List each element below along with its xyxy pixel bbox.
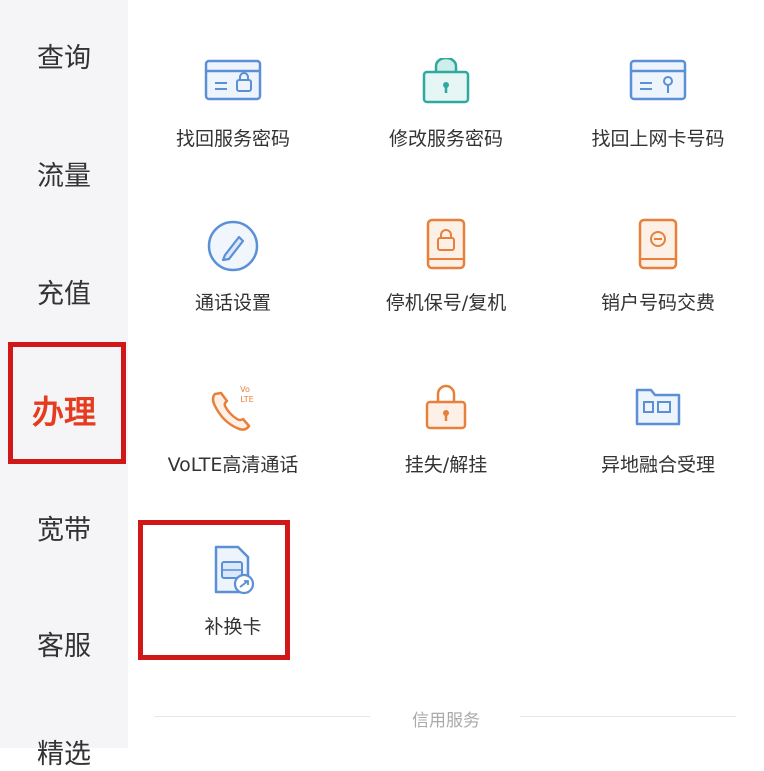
tile-remote-converged[interactable]: 异地融合受理	[553, 380, 763, 530]
sidebar-item-service[interactable]: 客服	[0, 624, 128, 663]
tile-suspend-resume[interactable]: 停机保号/复机	[341, 218, 551, 368]
tile-retrieve-password[interactable]: 找回服务密码	[128, 58, 338, 208]
sidebar-item-data[interactable]: 流量	[0, 154, 128, 193]
tile-label: 通话设置	[194, 292, 271, 314]
tile-label: 停机保号/复机	[385, 292, 507, 314]
hanging-lock-icon	[425, 384, 467, 430]
folder-icon	[635, 388, 681, 426]
highlight-box-sim-replacement	[138, 520, 290, 660]
tile-volte[interactable]: Vo LTE VoLTE高清通话	[128, 380, 338, 530]
tile-label: 找回服务密码	[175, 128, 290, 150]
tile-label: 异地融合受理	[600, 454, 715, 476]
sidebar-item-featured[interactable]: 精选	[0, 732, 128, 771]
volte-phone-icon: Vo LTE	[211, 385, 254, 431]
tile-retrieve-card-number[interactable]: 找回上网卡号码	[553, 58, 763, 208]
card-lock-icon	[204, 59, 262, 101]
svg-text:Vo: Vo	[240, 385, 250, 394]
section-title: 信用服务	[412, 711, 480, 731]
sidebar-item-recharge[interactable]: 充值	[0, 272, 128, 311]
pen-circle-icon	[207, 220, 259, 272]
phone-lock-icon	[426, 218, 466, 270]
section-divider-left	[154, 716, 370, 717]
tile-label: 修改服务密码	[388, 128, 503, 150]
svg-text:LTE: LTE	[240, 395, 253, 404]
section-divider-right	[520, 716, 736, 717]
highlight-box-sidebar	[8, 342, 126, 464]
tile-label: 挂失/解挂	[404, 454, 488, 476]
card-key-icon	[629, 59, 687, 101]
tile-report-loss[interactable]: 挂失/解挂	[341, 380, 551, 530]
tile-call-settings[interactable]: 通话设置	[128, 218, 338, 368]
padlock-icon	[422, 58, 470, 104]
tile-change-password[interactable]: 修改服务密码	[341, 58, 551, 208]
phone-minus-icon	[638, 218, 678, 270]
tile-closed-number-payment[interactable]: 销户号码交费	[553, 218, 763, 368]
tile-label: VoLTE高清通话	[167, 454, 299, 476]
sidebar-item-query[interactable]: 查询	[0, 36, 128, 75]
tile-label: 销户号码交费	[600, 292, 715, 314]
tile-label: 找回上网卡号码	[591, 128, 725, 150]
sidebar-item-broadband[interactable]: 宽带	[0, 508, 128, 547]
